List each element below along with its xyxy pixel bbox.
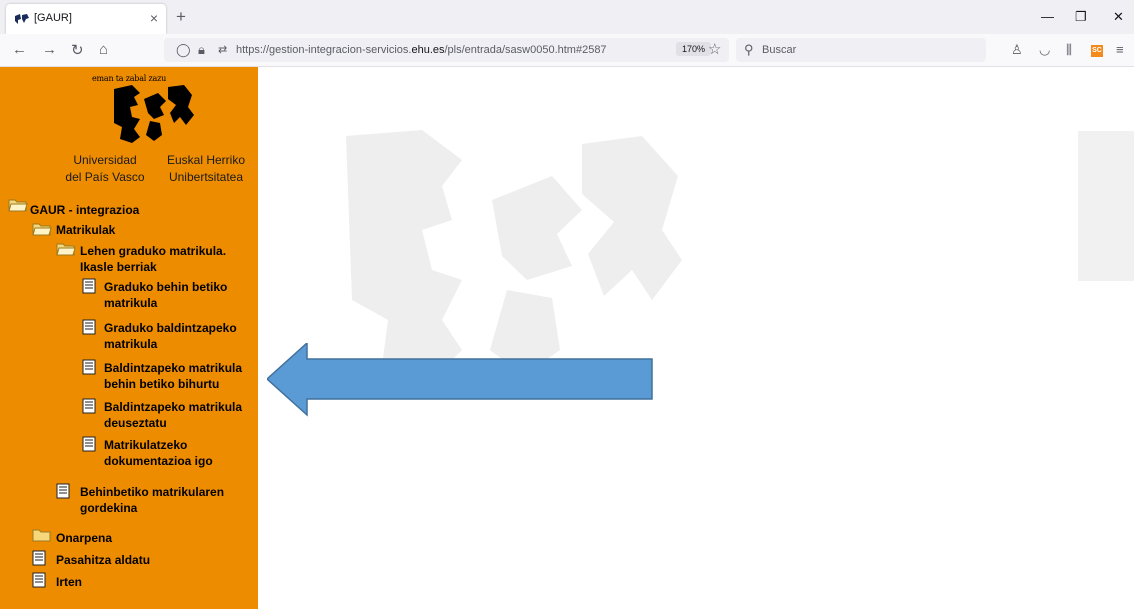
document-icon [82,278,96,294]
library-icon[interactable]: ⫼ [1066,42,1072,58]
tree-item-dokumentazioa[interactable]: Matrikulatzeko dokumentazioa igo [104,437,213,469]
ehu-favicon-icon [15,14,29,24]
tab-bar: [GAUR] × + — ❐ ✕ [0,0,1134,34]
nav-bar: ← → ↻ ⌂ ◯ 🔒︎ ⇄ https://gestion-integraci… [0,34,1134,67]
uni-es-line2: del País Vasco [65,170,145,184]
item-line: deuseztatu [104,416,167,430]
pocket-icon[interactable]: ◡ [1039,42,1050,58]
document-icon [82,319,96,335]
browser-tab[interactable]: [GAUR] × [6,4,166,34]
search-icon: ⚲ [744,42,754,57]
extension-badge-icon[interactable]: SC [1091,45,1103,57]
folder-open-icon [8,199,28,212]
uni-eu-line1: Euskal Herriko [166,153,246,167]
tree-lehen-graduko[interactable]: Lehen graduko matrikula. Ikasle berriak [80,243,226,275]
item-line: matrikula [104,296,158,310]
document-icon [82,359,96,375]
document-icon [56,483,70,499]
bookmark-star-icon[interactable]: ☆ [708,40,721,58]
item-line: Baldintzapeko matrikula [104,361,243,375]
lock-icon[interactable]: 🔒︎ [198,42,205,58]
pointer-arrow-icon [267,343,653,417]
tree-item-bihurtu[interactable]: Baldintzapeko matrikula behin betiko bih… [104,360,242,392]
tree-irten[interactable]: Irten [56,574,82,590]
tab-close-icon[interactable]: × [150,10,158,26]
uni-eu-line2: Unibertsitatea [168,170,244,184]
tree-item-graduko-behin[interactable]: Graduko behin betiko matrikula [104,279,227,311]
main-content [258,67,1134,609]
search-placeholder: Buscar [762,44,797,56]
minimize-icon[interactable]: — [1041,9,1054,24]
tree-item-deuseztatu[interactable]: Baldintzapeko matrikula deuseztatu [104,399,242,431]
url-text[interactable]: https://gestion-integracion-servicios.eh… [236,44,607,56]
tree-matrikulak[interactable]: Matrikulak [56,222,115,238]
item-line: Graduko baldintzapeko [104,321,237,335]
reload-icon[interactable]: ↻ [71,41,84,59]
tree-behinbetiko-gordekina[interactable]: Behinbetiko matrikularen gordekina [80,484,224,516]
item-line: Matrikulatzeko [104,438,188,452]
watermark-edge [1078,131,1134,281]
tree-pasahitza[interactable]: Pasahitza aldatu [56,552,150,568]
item-line: Baldintzapeko matrikula [104,400,243,414]
tree-onarpena[interactable]: Onarpena [56,530,112,546]
document-icon [82,398,96,414]
restore-icon[interactable]: ❐ [1075,9,1087,25]
item-line: dokumentazioa igo [104,454,213,468]
back-icon[interactable]: ← [12,41,27,58]
item-line: Behinbetiko matrikularen [80,485,225,499]
item-line: Graduko behin betiko [104,280,228,294]
tab-title: [GAUR] [34,12,72,24]
window-close-icon[interactable]: ✕ [1113,9,1124,25]
document-icon [32,572,46,588]
folder-open-icon [32,223,52,236]
url-bar[interactable]: ◯ 🔒︎ ⇄ https://gestion-integracion-servi… [164,38,729,62]
ehu-logo-icon [114,85,194,143]
uni-name-eu: Euskal Herriko Unibertsitatea [158,152,254,186]
tree-lehen-line2: Ikasle berriak [80,260,157,274]
sidebar: eman ta zabal zazu Universidad del País … [0,67,258,609]
account-icon[interactable]: ♙ [1011,42,1023,58]
tree-item-graduko-baldintzapeko[interactable]: Graduko baldintzapeko matrikula [104,320,237,352]
document-icon [32,550,46,566]
zoom-indicator[interactable]: 170% [676,42,712,56]
folder-open-icon [56,243,76,256]
search-bar[interactable]: ⚲ Buscar [736,38,986,62]
tree-lehen-line1: Lehen graduko matrikula. [80,244,227,258]
uni-es-line1: Universidad [73,153,137,167]
uni-name-es: Universidad del País Vasco [62,152,148,186]
item-line: behin betiko bihurtu [104,377,220,391]
tree-root[interactable]: GAUR - integrazioa [30,202,139,218]
logo-motto: eman ta zabal zazu [92,74,167,83]
forward-icon[interactable]: → [42,41,57,58]
menu-icon[interactable]: ≡ [1116,42,1124,57]
permissions-icon[interactable]: ⇄ [218,43,227,56]
home-icon[interactable]: ⌂ [99,41,108,58]
item-line: gordekina [80,501,138,515]
shield-icon[interactable]: ◯ [176,42,191,58]
new-tab-icon[interactable]: + [176,7,186,27]
folder-icon [32,529,51,542]
document-icon [82,436,96,452]
item-line: matrikula [104,337,158,351]
